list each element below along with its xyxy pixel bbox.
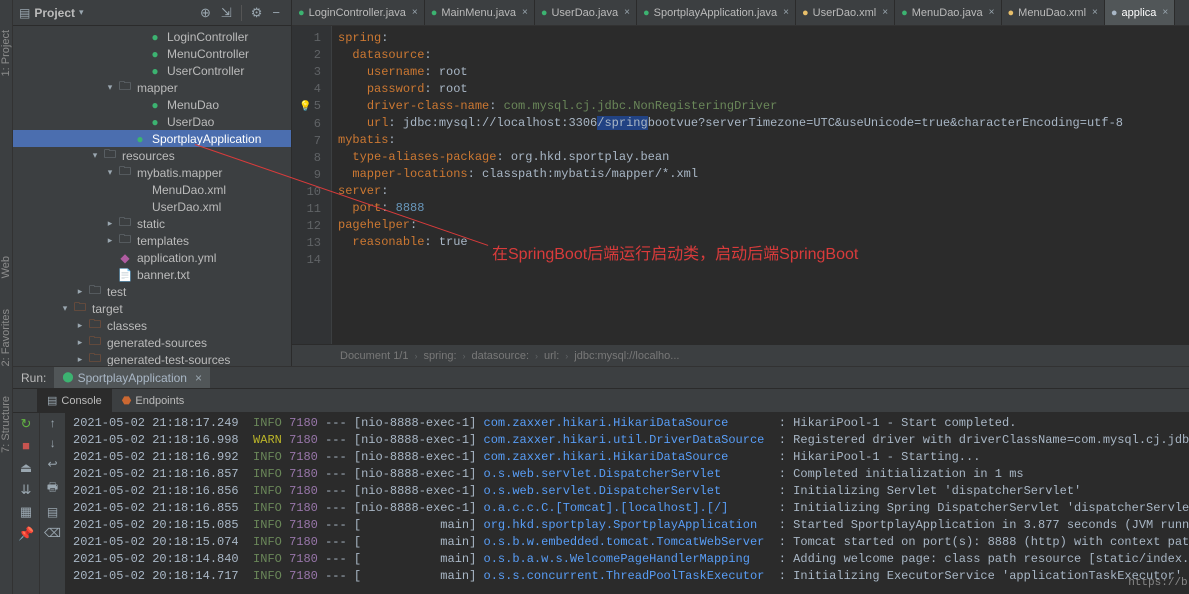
editor-tab-bar: ●LoginController.java×●MainMenu.java×●Us… xyxy=(292,0,1189,26)
editor-tab[interactable]: ●applica× xyxy=(1105,0,1175,25)
down-icon[interactable]: ↓ xyxy=(49,437,56,451)
tree-item[interactable]: ▾🗀resources xyxy=(13,147,291,164)
target-icon[interactable]: ⊕ xyxy=(200,5,211,21)
tree-item[interactable]: ▸🗀generated-test-sources xyxy=(13,351,291,366)
pin-icon[interactable]: 📌 xyxy=(18,527,34,543)
console-logs[interactable]: CX 创新互联2021-05-02 21:18:17.249 INFO 7180… xyxy=(65,413,1189,594)
tree-item[interactable]: MenuDao.xml xyxy=(13,181,291,198)
editor-tab[interactable]: ●LoginController.java× xyxy=(292,0,425,25)
hide-icon[interactable]: − xyxy=(272,5,280,20)
wrap-icon[interactable]: ↩ xyxy=(47,457,57,472)
breadcrumb[interactable]: Document 1/1›spring:›datasource:›url:›jd… xyxy=(292,344,1189,366)
gear-icon[interactable]: ⚙ xyxy=(251,5,263,21)
editor-tab[interactable]: ●SportplayApplication.java× xyxy=(637,0,796,25)
run-toolwindow-header: Run: ⬤ SportplayApplication × xyxy=(13,367,1189,389)
tree-item[interactable]: UserDao.xml xyxy=(13,198,291,215)
endpoints-tab-label: Endpoints xyxy=(135,395,184,407)
attach-icon[interactable]: ⇊ xyxy=(18,483,34,499)
endpoints-tab[interactable]: ⬣ Endpoints xyxy=(112,389,195,412)
tree-item[interactable]: ●SportplayApplication xyxy=(13,130,291,147)
editor-tab[interactable]: ●MainMenu.java× xyxy=(425,0,535,25)
tree-item[interactable]: ▸🗀templates xyxy=(13,232,291,249)
editor-tab[interactable]: ●MenuDao.java× xyxy=(895,0,1001,25)
clear-icon[interactable]: ⌫ xyxy=(44,526,61,541)
editor-area: ●LoginController.java×●MainMenu.java×●Us… xyxy=(292,0,1189,366)
project-panel: ▤ Project ▾ ⊕ ⇲ ⚙ − ●LoginController●Men… xyxy=(13,0,292,366)
console-tab-label: Console xyxy=(61,395,101,407)
tool-project-tab[interactable]: 1: Project xyxy=(0,30,12,76)
tree-item[interactable]: ▾🗀mapper xyxy=(13,79,291,96)
project-title[interactable]: Project xyxy=(34,6,75,20)
watermark-text-2: https://blog.csdn.net/q xyxy=(1128,575,1189,592)
run-config-label: SportplayApplication xyxy=(78,371,187,385)
exit-icon[interactable]: ⏏ xyxy=(18,461,34,477)
tree-item[interactable]: ●MenuController xyxy=(13,45,291,62)
tree-item[interactable]: ▸🗀generated-sources xyxy=(13,334,291,351)
tree-item[interactable]: ●LoginController xyxy=(13,28,291,45)
tree-item[interactable]: ●UserController xyxy=(13,62,291,79)
rerun-icon[interactable]: ↻ xyxy=(18,417,34,433)
tree-item[interactable]: ●UserDao xyxy=(13,113,291,130)
scroll-icon[interactable]: ▤ xyxy=(47,505,58,520)
console-icon: ▤ xyxy=(47,394,57,407)
tree-item[interactable]: ▸🗀static xyxy=(13,215,291,232)
tree-item[interactable]: 📄banner.txt xyxy=(13,266,291,283)
endpoints-icon: ⬣ xyxy=(122,394,132,407)
close-icon[interactable]: × xyxy=(195,371,202,385)
tree-item[interactable]: ▾🗀mybatis.mapper xyxy=(13,164,291,181)
editor-tab[interactable]: ●UserDao.java× xyxy=(535,0,637,25)
tool-web-tab[interactable]: Web xyxy=(0,256,12,278)
project-tree[interactable]: ●LoginController●MenuController●UserCont… xyxy=(13,26,291,366)
editor-tab[interactable]: ●MenuDao.xml× xyxy=(1002,0,1105,25)
tree-item[interactable]: ▾🗀target xyxy=(13,300,291,317)
tool-struct-tab[interactable]: 7: Structure xyxy=(0,396,12,453)
stop-icon[interactable]: ■ xyxy=(18,439,34,455)
run-left-toolbar: ↻ ■ ⏏ ⇊ ▦ 📌 xyxy=(13,413,39,594)
code-area[interactable]: spring: datasource: username: root passw… xyxy=(332,26,1189,344)
layout-icon[interactable]: ▦ xyxy=(18,505,34,521)
console-tab[interactable]: ▤ Console xyxy=(37,389,112,412)
folder-icon: ▤ xyxy=(19,6,30,20)
spring-icon: ⬤ xyxy=(62,372,73,383)
expand-icon[interactable]: ⇲ xyxy=(221,5,232,21)
run-config-tab[interactable]: ⬤ SportplayApplication × xyxy=(54,367,210,388)
chevron-down-icon[interactable]: ▾ xyxy=(79,7,84,18)
tool-fav-tab[interactable]: 2: Favorites xyxy=(0,309,12,366)
up-icon[interactable]: ↑ xyxy=(49,417,56,431)
tree-item[interactable]: ●MenuDao xyxy=(13,96,291,113)
left-toolwindow-bar: 1: Project Web 2: Favorites 7: Structure xyxy=(0,0,13,594)
run-label: Run: xyxy=(13,371,54,385)
editor-tab[interactable]: ●UserDao.xml× xyxy=(796,0,895,25)
tree-item[interactable]: ▸🗀test xyxy=(13,283,291,300)
print-icon[interactable]: 🖶 xyxy=(47,478,58,499)
run-left-toolbar2: ↑ ↓ ↩ 🖶 ▤ ⌫ xyxy=(39,413,65,594)
project-panel-header: ▤ Project ▾ ⊕ ⇲ ⚙ − xyxy=(13,0,291,26)
console-tab-bar: ▤ Console ⬣ Endpoints xyxy=(13,389,1189,413)
annotation-text: 在SpringBoot后端运行启动类，启动后端SpringBoot xyxy=(492,246,858,263)
editor-body[interactable]: 1234💡567891011121314 spring: datasource:… xyxy=(292,26,1189,344)
tree-item[interactable]: ▸🗀classes xyxy=(13,317,291,334)
tree-item[interactable]: ◆application.yml xyxy=(13,249,291,266)
